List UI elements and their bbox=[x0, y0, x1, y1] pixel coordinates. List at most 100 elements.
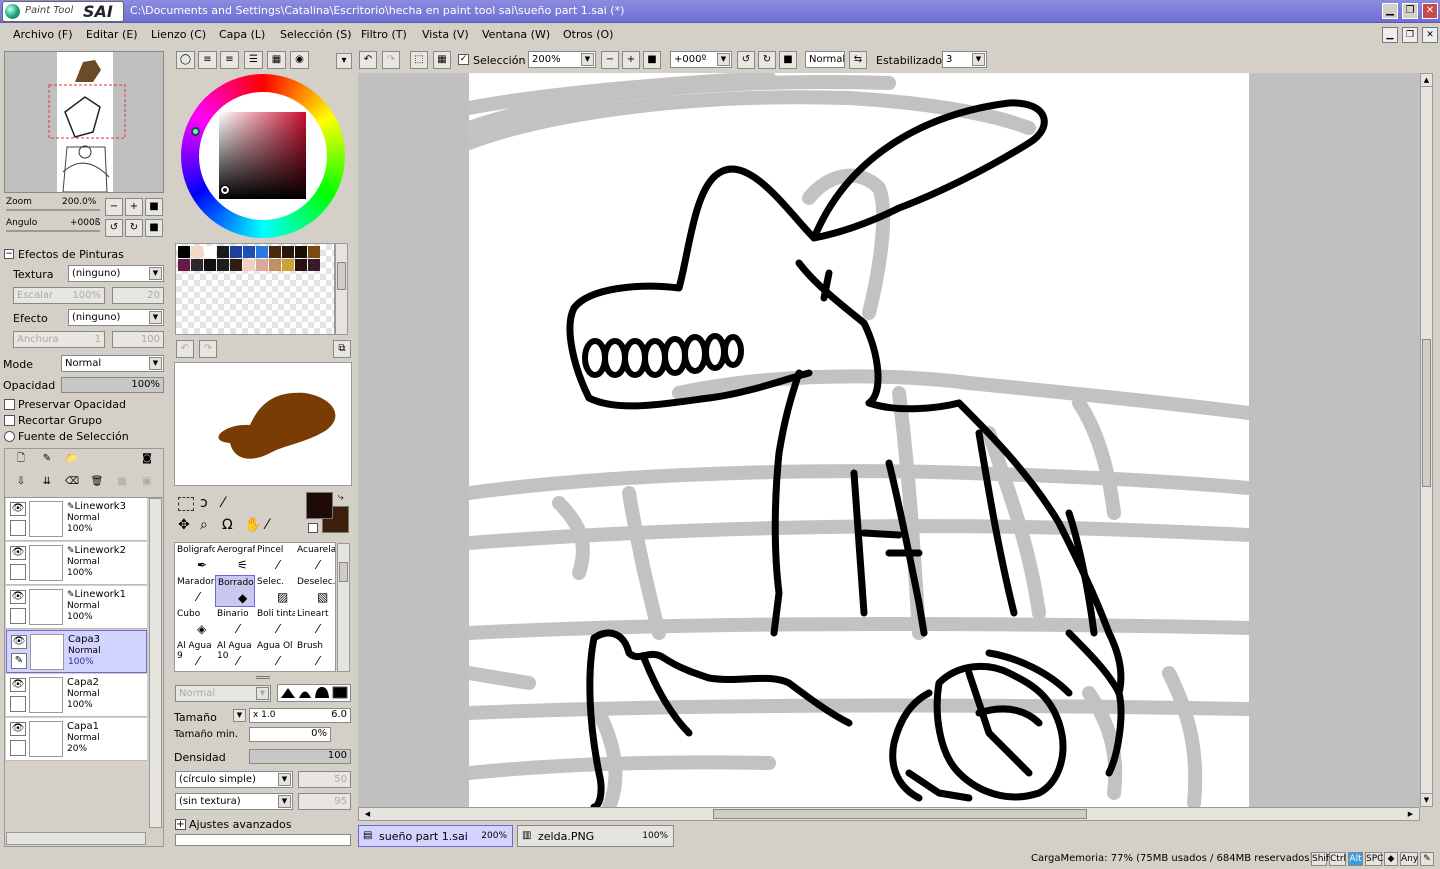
menu-capa[interactable]: Capa (L) bbox=[219, 28, 265, 41]
rotate-left-button[interactable]: ↺ bbox=[737, 51, 755, 69]
menu-vista[interactable]: Vista (V) bbox=[422, 28, 469, 41]
swatch-color[interactable] bbox=[217, 259, 229, 271]
swatch-color[interactable] bbox=[308, 246, 320, 258]
layer-list-hscrollbar[interactable] bbox=[6, 832, 146, 845]
expand-advanced-icon[interactable]: + bbox=[175, 819, 186, 830]
redo-button[interactable]: ↷ bbox=[382, 51, 400, 69]
brush-shape-presets[interactable] bbox=[277, 684, 351, 702]
tool-scroll-thumb[interactable] bbox=[339, 562, 348, 582]
swatch-color[interactable] bbox=[295, 246, 307, 258]
swap-colors-icon[interactable]: ⤷ bbox=[338, 492, 344, 503]
rotate-reset-button[interactable]: ■ bbox=[779, 51, 797, 69]
swatch-color[interactable] bbox=[295, 259, 307, 271]
panel-splitter[interactable] bbox=[256, 676, 270, 679]
swatch-color[interactable] bbox=[178, 259, 190, 271]
stabilizer-select[interactable]: 3 ▼ bbox=[942, 51, 987, 68]
nav-zoom-in-button[interactable]: + bbox=[125, 198, 143, 216]
menu-seleccion[interactable]: Selección (S) bbox=[280, 28, 352, 41]
effect-select[interactable]: (ninguno) ▼ bbox=[68, 309, 164, 326]
collapse-effects-icon[interactable]: − bbox=[4, 249, 14, 259]
tool-lineart[interactable]: Lineart ⁄ bbox=[295, 607, 335, 639]
color-wheel-tab[interactable]: ◯ bbox=[176, 51, 195, 69]
canvas-hscrollbar[interactable]: ◀ ▶ bbox=[358, 807, 1420, 821]
doc-minimize-button[interactable]: ▁ bbox=[1382, 27, 1398, 43]
tool-agua-ol[interactable]: Agua Ol ⁄ bbox=[255, 639, 295, 671]
swatch-color[interactable] bbox=[191, 259, 203, 271]
swatch-color[interactable] bbox=[230, 259, 242, 271]
zoom-reset-button[interactable]: ■ bbox=[643, 51, 661, 69]
selection-checkbox[interactable]: ✓ bbox=[458, 54, 469, 65]
rect-select-icon[interactable] bbox=[178, 497, 194, 511]
saturation-value-square[interactable] bbox=[219, 112, 306, 199]
transparent-color-icon[interactable] bbox=[308, 523, 318, 533]
layer-row[interactable]: 👁 ✎Linework3 Normal 100% bbox=[6, 498, 147, 541]
tool-acuarela[interactable]: Acuarela ⁄ bbox=[295, 543, 335, 575]
tool-brush[interactable]: Brush ⁄ bbox=[295, 639, 335, 671]
tool-binario[interactable]: Binario ⁄ bbox=[215, 607, 255, 639]
scroll-down-icon[interactable]: ▼ bbox=[1421, 793, 1432, 806]
swatch-color[interactable] bbox=[269, 259, 281, 271]
menu-ventana[interactable]: Ventana (W) bbox=[482, 28, 550, 41]
merge-down-icon[interactable]: ⇊ bbox=[38, 474, 56, 492]
hue-cursor-icon[interactable] bbox=[191, 127, 200, 136]
swatch-tab[interactable]: ▦ bbox=[267, 51, 286, 69]
canvas-vscrollbar[interactable]: ▲ ▼ bbox=[1420, 73, 1433, 807]
layer-row[interactable]: 👁 Capa1 Normal 20% bbox=[6, 718, 147, 761]
color-panel-menu-icon[interactable]: ▾ bbox=[336, 53, 352, 69]
swatch-color[interactable] bbox=[256, 259, 268, 271]
swatch-scroll-thumb[interactable] bbox=[337, 262, 346, 290]
undo-scratch-icon[interactable]: ↶ bbox=[176, 340, 194, 358]
scroll-up-icon[interactable]: ▲ bbox=[1421, 74, 1432, 87]
tool-boligrafo[interactable]: Boligrafo ✒ bbox=[175, 543, 215, 575]
clear-layer-icon[interactable]: ⌫ bbox=[63, 474, 81, 492]
lock-icon[interactable] bbox=[10, 564, 26, 580]
doc-restore-button[interactable]: ❐ bbox=[1402, 27, 1418, 43]
lock-icon[interactable] bbox=[10, 608, 26, 624]
eye-icon[interactable]: 👁 bbox=[10, 722, 26, 736]
menu-editar[interactable]: Editar (E) bbox=[86, 28, 138, 41]
min-size-slider[interactable]: 0% bbox=[249, 727, 331, 742]
scratchpad-tab[interactable]: ◉ bbox=[290, 51, 309, 69]
layer-row[interactable]: 👁 ✎Linework1 Normal 100% bbox=[6, 586, 147, 629]
nav-rotate-right-button[interactable]: ↻ bbox=[125, 219, 143, 237]
nav-zoom-reset-button[interactable]: ■ bbox=[145, 198, 163, 216]
swatch-color[interactable] bbox=[269, 246, 281, 258]
new-linework-layer-icon[interactable]: ✎ bbox=[38, 451, 56, 469]
menu-otros[interactable]: Otros (O) bbox=[563, 28, 613, 41]
tool-pincel[interactable]: Pincel ⁄ bbox=[255, 543, 295, 575]
size-slider[interactable]: x 1.0 6.0 bbox=[249, 708, 351, 723]
eyedropper-icon[interactable]: ⁄ bbox=[266, 517, 268, 533]
texture-select[interactable]: (ninguno) ▼ bbox=[68, 265, 164, 282]
tool-boli-tinta[interactable]: Boli tinta ⁄ bbox=[255, 607, 295, 639]
brush-size-strip[interactable] bbox=[175, 834, 351, 846]
layer-row[interactable]: 👁 Capa2 Normal 100% bbox=[6, 674, 147, 717]
tool-aerograf[interactable]: Aerograf ⚟ bbox=[215, 543, 255, 575]
clip-group-checkbox[interactable] bbox=[4, 415, 15, 426]
magic-wand-icon[interactable]: ⁄ bbox=[222, 495, 224, 511]
brush-shape-select[interactable]: (círculo simple) ▼ bbox=[175, 771, 293, 788]
menu-filtro[interactable]: Filtro (T) bbox=[361, 28, 407, 41]
canvas-area[interactable] bbox=[358, 73, 1420, 807]
tool-deselec-[interactable]: Deselec. ▧ bbox=[295, 575, 335, 607]
minimize-button[interactable]: ▁ bbox=[1382, 3, 1398, 19]
layer-row[interactable]: 👁 ✎ Capa3 Normal 100% bbox=[6, 630, 147, 673]
new-folder-icon[interactable]: 📁 bbox=[63, 451, 81, 469]
doc-tab-2[interactable]: ▥ zelda.PNG 100% bbox=[517, 825, 674, 847]
menu-lienzo[interactable]: Lienzo (C) bbox=[151, 28, 206, 41]
layer-mode-select[interactable]: Normal ▼ bbox=[61, 355, 164, 372]
canvas-vscroll-thumb[interactable] bbox=[1422, 339, 1431, 487]
transfer-down-icon[interactable]: ⇩ bbox=[12, 474, 30, 492]
lock-icon[interactable] bbox=[10, 696, 26, 712]
hsv-slider-tab[interactable]: ≡ bbox=[220, 51, 239, 69]
lock-icon[interactable] bbox=[10, 520, 26, 536]
maximize-button[interactable]: ❐ bbox=[1402, 3, 1418, 19]
zoom-select[interactable]: 200% ▼ bbox=[528, 51, 596, 68]
rotate-icon[interactable]: Ω bbox=[222, 517, 233, 533]
canvas-paper[interactable] bbox=[462, 73, 1256, 807]
preserve-opacity-checkbox[interactable] bbox=[4, 399, 15, 410]
canvas-hscroll-thumb[interactable] bbox=[713, 809, 1087, 819]
swatch-color[interactable] bbox=[282, 246, 294, 258]
swatch-color[interactable] bbox=[204, 259, 216, 271]
tool-selec-[interactable]: Selec. ▨ bbox=[255, 575, 295, 607]
delete-layer-icon[interactable]: 🗑 bbox=[88, 474, 106, 492]
